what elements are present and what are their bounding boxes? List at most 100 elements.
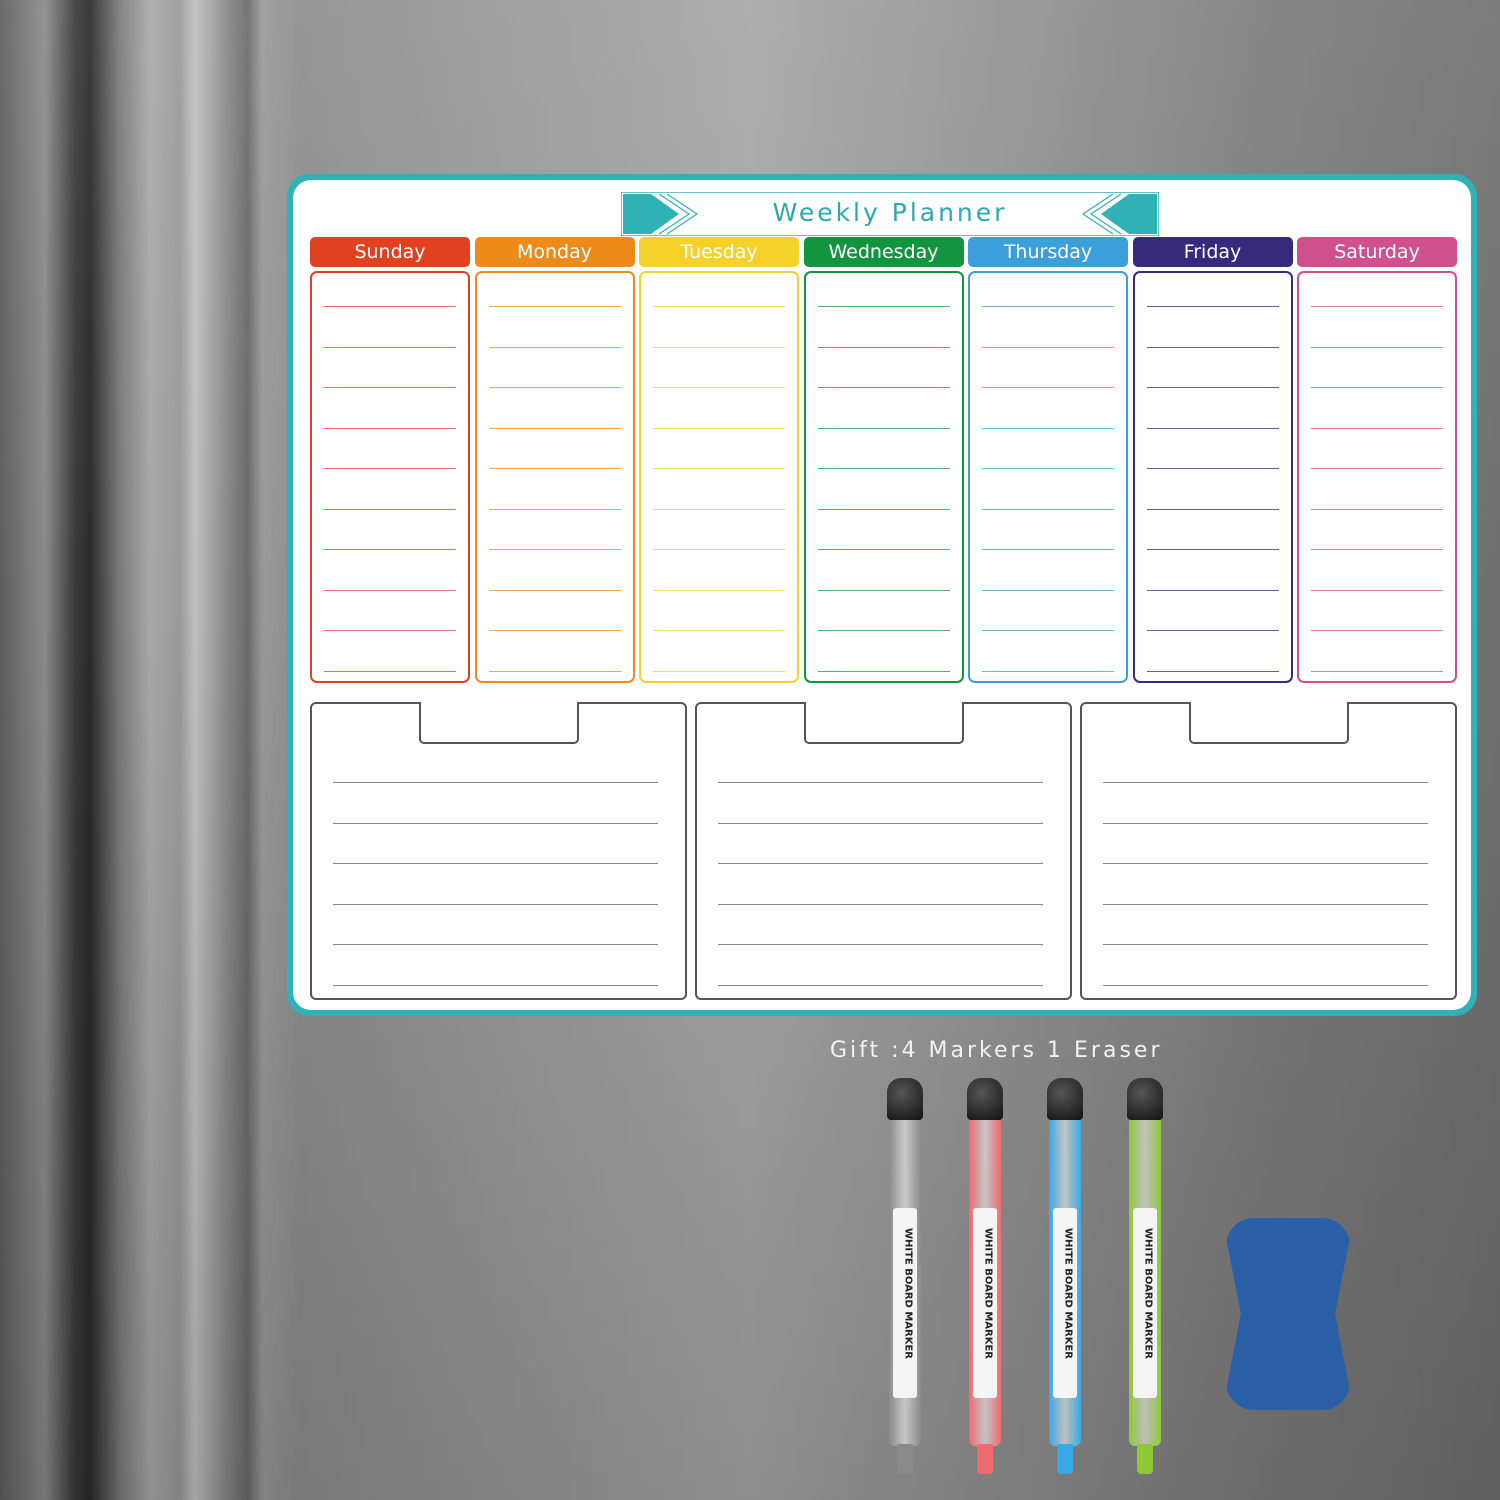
planner-title: Weekly Planner [772, 198, 1008, 227]
day-line [324, 346, 456, 348]
day-line [1311, 670, 1443, 672]
eraser-body [1226, 1218, 1350, 1410]
day-line [324, 549, 456, 550]
note-box [695, 702, 1072, 1000]
day-line [1311, 346, 1443, 348]
day-box-monday [474, 271, 635, 683]
day-line [1311, 589, 1443, 591]
day-line [817, 468, 950, 469]
day-line [488, 508, 621, 510]
day-line [982, 589, 1114, 591]
day-line [1146, 589, 1279, 591]
marker-tip [1137, 1444, 1153, 1474]
weekly-planner-board: Weekly Planner Sunday Monday Tuesday Wednes… [287, 174, 1477, 1016]
board-surface: Weekly Planner Sunday Monday Tuesday Wednes… [293, 180, 1471, 1010]
note-line [333, 822, 658, 824]
gift-caption: Gift :4 Markers 1 Eraser [830, 1038, 1163, 1063]
day-line [817, 508, 950, 510]
day-box-tuesday [639, 271, 799, 683]
day-line [653, 549, 785, 550]
day-line [324, 670, 456, 672]
marker-label: WHITE BOARD MARKER [1133, 1208, 1157, 1398]
day-line [324, 387, 456, 388]
marker-label-text: WHITE BOARD MARKER [1142, 1227, 1154, 1359]
note-line [1103, 944, 1428, 945]
marker-label: WHITE BOARD MARKER [1053, 1208, 1077, 1398]
day-line [1311, 427, 1443, 429]
marker: WHITE BOARD MARKER [1043, 1078, 1087, 1478]
day-box-thursday [968, 271, 1128, 683]
day-line [324, 427, 456, 429]
day-box-saturday [1297, 271, 1457, 683]
note-box-title-tab [804, 702, 964, 744]
day-line [1146, 549, 1279, 550]
day-line [982, 387, 1114, 388]
day-header-sunday: Sunday [310, 237, 470, 267]
note-line [1103, 984, 1428, 986]
day-line [488, 630, 621, 631]
day-header-saturday: Saturday [1297, 237, 1457, 267]
day-line [1311, 630, 1443, 631]
day-line [488, 387, 621, 388]
marker-eraser-cap [1127, 1078, 1163, 1120]
day-line [324, 589, 456, 591]
day-line [982, 346, 1114, 348]
day-box-friday [1132, 271, 1293, 683]
marker-label: WHITE BOARD MARKER [973, 1208, 997, 1398]
marker: WHITE BOARD MARKER [963, 1078, 1007, 1478]
day-line [653, 630, 785, 631]
note-box [1080, 702, 1457, 1000]
marker-eraser-cap [1047, 1078, 1083, 1120]
marker-eraser-cap [967, 1078, 1003, 1120]
day-line [488, 468, 621, 469]
note-box-title-tab [1189, 702, 1349, 744]
day-line [1146, 630, 1279, 631]
day-line [488, 346, 621, 348]
day-line [488, 670, 621, 672]
day-line [488, 549, 621, 550]
eraser [1226, 1218, 1350, 1410]
note-line [718, 782, 1043, 783]
note-box [310, 702, 687, 1000]
day-header-friday: Friday [1132, 237, 1293, 267]
day-line [982, 508, 1114, 510]
day-line [324, 630, 456, 631]
title-banner: Weekly Planner [620, 191, 1160, 237]
day-line [1311, 549, 1443, 550]
note-line [1103, 822, 1428, 824]
day-line [653, 670, 785, 672]
note-line [718, 903, 1043, 905]
marker-label-text: WHITE BOARD MARKER [902, 1227, 914, 1359]
day-line [982, 670, 1114, 672]
day-line [653, 306, 785, 307]
day-line [817, 549, 950, 550]
day-line [1311, 508, 1443, 510]
marker-eraser-cap [887, 1078, 923, 1120]
day-line [653, 468, 785, 469]
marker-tip [1057, 1444, 1073, 1474]
note-line [1103, 903, 1428, 905]
marker-tip [977, 1444, 993, 1474]
marker-label-text: WHITE BOARD MARKER [1062, 1227, 1074, 1359]
marker: WHITE BOARD MARKER [1123, 1078, 1167, 1478]
day-line [324, 468, 456, 469]
day-line [1146, 346, 1279, 348]
day-line [817, 346, 950, 348]
day-line [982, 468, 1114, 469]
note-line [333, 863, 658, 864]
day-line [653, 508, 785, 510]
note-line [718, 944, 1043, 945]
day-line [1146, 306, 1279, 307]
day-line [653, 387, 785, 388]
marker-label-text: WHITE BOARD MARKER [982, 1227, 994, 1359]
day-line [982, 427, 1114, 429]
note-line [333, 944, 658, 945]
note-line [718, 984, 1043, 986]
day-line [1146, 468, 1279, 469]
marker-label: WHITE BOARD MARKER [893, 1208, 917, 1398]
day-line [817, 427, 950, 429]
day-box-wednesday [803, 271, 964, 683]
marker: WHITE BOARD MARKER [883, 1078, 927, 1478]
day-line [817, 670, 950, 672]
note-line [718, 822, 1043, 824]
